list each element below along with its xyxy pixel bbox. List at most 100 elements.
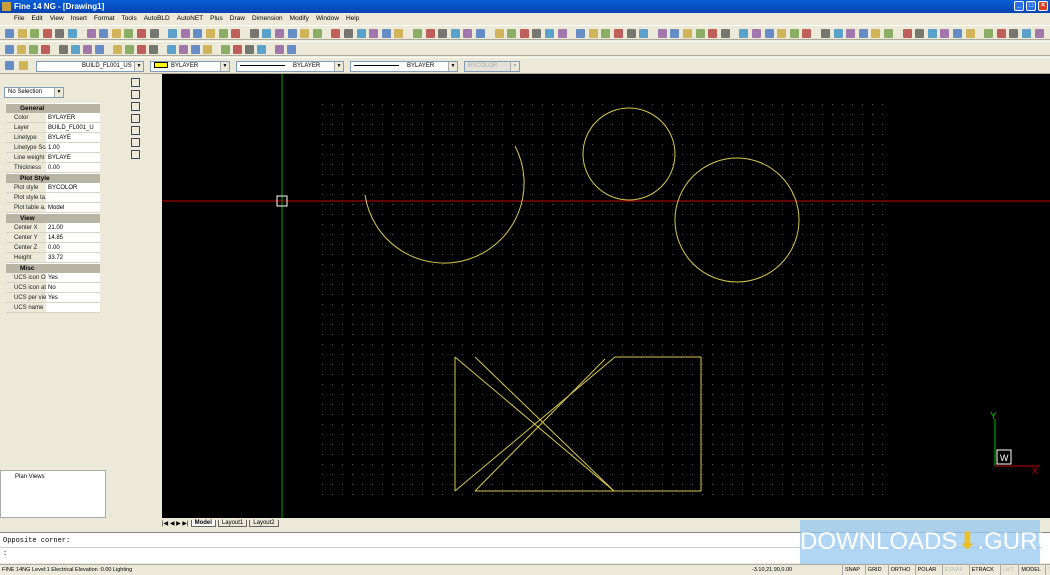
section-general[interactable]: General xyxy=(6,103,100,113)
toolbar-tool-icon[interactable] xyxy=(249,29,259,38)
toolbar-tool-icon[interactable] xyxy=(95,45,104,54)
property-row[interactable]: Layer BUILD_FL001_U xyxy=(6,123,100,133)
property-value[interactable]: 0.00 xyxy=(46,163,100,172)
toolbar-tool-icon[interactable] xyxy=(344,29,353,38)
toolbar-tool-icon[interactable] xyxy=(1022,29,1031,38)
property-row[interactable]: Height 33.72 xyxy=(6,253,100,263)
menu-dimension[interactable]: Dimension xyxy=(252,13,283,25)
toolbar-tool-icon[interactable] xyxy=(752,29,761,38)
plan-views-item[interactable]: Plan Views xyxy=(15,474,45,480)
toolbar-tool-icon[interactable] xyxy=(413,29,422,38)
toolbar-tool-icon[interactable] xyxy=(125,45,134,54)
property-value[interactable] xyxy=(46,303,100,312)
toolbar-tool-icon[interactable] xyxy=(626,29,636,38)
toolbar-tool-icon[interactable] xyxy=(5,29,14,38)
menu-help[interactable]: Help xyxy=(346,13,359,25)
toolbar-tool-icon[interactable] xyxy=(5,61,14,70)
toolbar-tool-icon[interactable] xyxy=(739,29,749,38)
menu-autonet[interactable]: AutoNET xyxy=(177,13,203,25)
toolbar-tool-icon[interactable] xyxy=(262,29,272,38)
toolbar-tool-icon[interactable] xyxy=(507,29,517,38)
toolbar-tool-icon[interactable] xyxy=(996,29,1006,38)
toolbar-tool-icon[interactable] xyxy=(275,45,284,54)
menu-window[interactable]: Window xyxy=(316,13,339,25)
draw-tool-icon[interactable] xyxy=(131,126,140,135)
toolbar-tool-icon[interactable] xyxy=(167,45,176,54)
toolbar-tool-icon[interactable] xyxy=(777,29,787,38)
property-value[interactable]: BYLAYE xyxy=(46,133,100,142)
toolbar-tool-icon[interactable] xyxy=(588,29,598,38)
toolbar-tool-icon[interactable] xyxy=(221,45,230,54)
property-row[interactable]: Linetype BYLAYE xyxy=(6,133,100,143)
menu-autobld[interactable]: AutoBLD xyxy=(144,13,170,25)
toolbar-tool-icon[interactable] xyxy=(438,29,448,38)
draw-tool-icon[interactable] xyxy=(131,150,140,159)
toolbar-tool-icon[interactable] xyxy=(846,29,856,38)
menu-view[interactable]: View xyxy=(50,13,64,25)
property-row[interactable]: UCS icon On Yes xyxy=(6,273,100,283)
toolbar-tool-icon[interactable] xyxy=(614,29,623,38)
toolbar-tool-icon[interactable] xyxy=(113,45,122,54)
property-row[interactable]: UCS icon at...No xyxy=(6,283,100,293)
draw-tool-icon[interactable] xyxy=(131,90,140,99)
toolbar-tool-icon[interactable] xyxy=(30,29,40,38)
toolbar-tool-icon[interactable] xyxy=(149,45,158,54)
toolbar-tool-icon[interactable] xyxy=(17,29,27,38)
section-misc[interactable]: Misc xyxy=(6,263,100,273)
property-value[interactable]: 0.00 xyxy=(46,243,100,252)
toolbar-tool-icon[interactable] xyxy=(683,29,692,38)
toolbar-tool-icon[interactable] xyxy=(19,61,28,70)
toolbar-tool-icon[interactable] xyxy=(463,29,473,38)
property-value[interactable]: BUILD_FL001_U xyxy=(46,123,100,132)
toolbar-tool-icon[interactable] xyxy=(68,29,77,38)
property-row[interactable]: Plot table a... Model xyxy=(6,203,100,213)
lineweight-select[interactable]: BYLAYER ▼ xyxy=(350,61,458,72)
toolbar-tool-icon[interactable] xyxy=(168,29,178,38)
property-row[interactable]: Center X 21.00 xyxy=(6,223,100,233)
toolbar-tool-icon[interactable] xyxy=(193,29,203,38)
toolbar-tool-icon[interactable] xyxy=(5,45,14,54)
toolbar-tool-icon[interactable] xyxy=(17,45,26,54)
toolbar-tool-icon[interactable] xyxy=(764,29,774,38)
property-row[interactable]: Center Z 0.00 xyxy=(6,243,100,253)
property-value[interactable]: BYCOLOR xyxy=(46,183,100,192)
toolbar-tool-icon[interactable] xyxy=(601,29,611,38)
tab-nav-arrows[interactable]: |◀ ◀ ▶ ▶| xyxy=(162,520,189,527)
toolbar-tool-icon[interactable] xyxy=(884,29,893,38)
toolbar-tool-icon[interactable] xyxy=(180,29,190,38)
property-row[interactable]: Line weight BYLAYE xyxy=(6,153,100,163)
plotstyle-select[interactable]: BYCOLOR ▼ xyxy=(464,61,520,72)
toolbar-tool-icon[interactable] xyxy=(86,29,96,38)
toolbar-tool-icon[interactable] xyxy=(149,29,159,38)
color-select[interactable]: BYLAYER ▼ xyxy=(150,61,230,72)
toolbar-tool-icon[interactable] xyxy=(657,29,667,38)
toolbar-tool-icon[interactable] xyxy=(915,29,925,38)
toolbar-tool-icon[interactable] xyxy=(394,29,404,38)
toolbar-tool-icon[interactable] xyxy=(191,45,200,54)
toolbar-tool-icon[interactable] xyxy=(179,45,188,54)
toolbar-tool-icon[interactable] xyxy=(545,29,554,38)
property-value[interactable]: Yes xyxy=(46,273,100,282)
toolbar-tool-icon[interactable] xyxy=(557,29,567,38)
toolbar-tool-icon[interactable] xyxy=(233,45,242,54)
menu-plus[interactable]: Plus xyxy=(210,13,223,25)
toolbar-tool-icon[interactable] xyxy=(802,29,812,38)
menu-draw[interactable]: Draw xyxy=(230,13,245,25)
property-value[interactable]: 1.00 xyxy=(46,143,100,152)
minimize-button[interactable]: _ xyxy=(1014,1,1024,11)
property-value[interactable]: No xyxy=(46,283,100,292)
toolbar-tool-icon[interactable] xyxy=(55,29,65,38)
toolbar-tool-icon[interactable] xyxy=(902,29,912,38)
section-view[interactable]: View xyxy=(6,213,100,223)
toolbar-tool-icon[interactable] xyxy=(41,45,50,54)
toolbar-tool-icon[interactable] xyxy=(99,29,109,38)
toolbar-tool-icon[interactable] xyxy=(1009,29,1019,38)
toolbar-tool-icon[interactable] xyxy=(821,29,830,38)
toolbar-tool-icon[interactable] xyxy=(425,29,435,38)
toolbar-tool-icon[interactable] xyxy=(927,29,937,38)
toolbar-tool-icon[interactable] xyxy=(137,29,146,38)
menu-edit[interactable]: Edit xyxy=(31,13,42,25)
menu-format[interactable]: Format xyxy=(94,13,115,25)
menu-modify[interactable]: Modify xyxy=(290,13,309,25)
toolbar-tool-icon[interactable] xyxy=(984,29,994,38)
